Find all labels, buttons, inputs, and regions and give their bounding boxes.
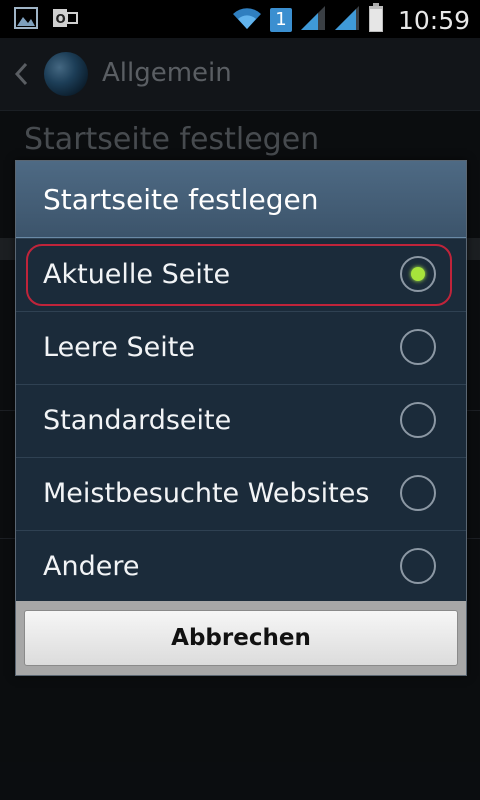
option-standardseite[interactable]: Standardseite	[16, 384, 466, 458]
radio-button[interactable]	[400, 548, 436, 584]
cancel-button[interactable]: Abbrechen	[24, 610, 458, 666]
option-leere-seite[interactable]: Leere Seite	[16, 311, 466, 385]
start-page-dialog: Startseite festlegen Aktuelle Seite Leer…	[15, 160, 467, 676]
radio-button[interactable]	[400, 329, 436, 365]
status-bar: O 1 10:59	[0, 0, 480, 38]
radio-button-selected[interactable]	[400, 256, 436, 292]
option-aktuelle-seite[interactable]: Aktuelle Seite	[16, 238, 466, 312]
option-andere[interactable]: Andere	[16, 530, 466, 602]
svg-text:O: O	[56, 12, 66, 26]
dialog-footer: Abbrechen	[16, 601, 466, 675]
option-label: Meistbesuchte Websites	[43, 478, 370, 509]
option-label: Andere	[43, 551, 140, 582]
gallery-icon	[14, 7, 38, 33]
wifi-icon	[232, 5, 262, 35]
signal-icon-2	[334, 5, 360, 35]
option-label: Standardseite	[43, 405, 232, 436]
option-label: Leere Seite	[43, 332, 195, 363]
dialog-title: Startseite festlegen	[43, 183, 319, 216]
option-meistbesuchte-websites[interactable]: Meistbesuchte Websites	[16, 457, 466, 531]
clock: 10:59	[397, 5, 470, 35]
dialog-header: Startseite festlegen	[16, 161, 466, 239]
radio-button[interactable]	[400, 402, 436, 438]
radio-button[interactable]	[400, 475, 436, 511]
option-label: Aktuelle Seite	[43, 259, 231, 290]
signal-icon	[300, 5, 326, 35]
notification-badge: 1	[269, 8, 292, 32]
radio-dot	[411, 267, 425, 281]
outlook-icon: O	[52, 6, 78, 34]
battery-icon	[368, 3, 384, 37]
